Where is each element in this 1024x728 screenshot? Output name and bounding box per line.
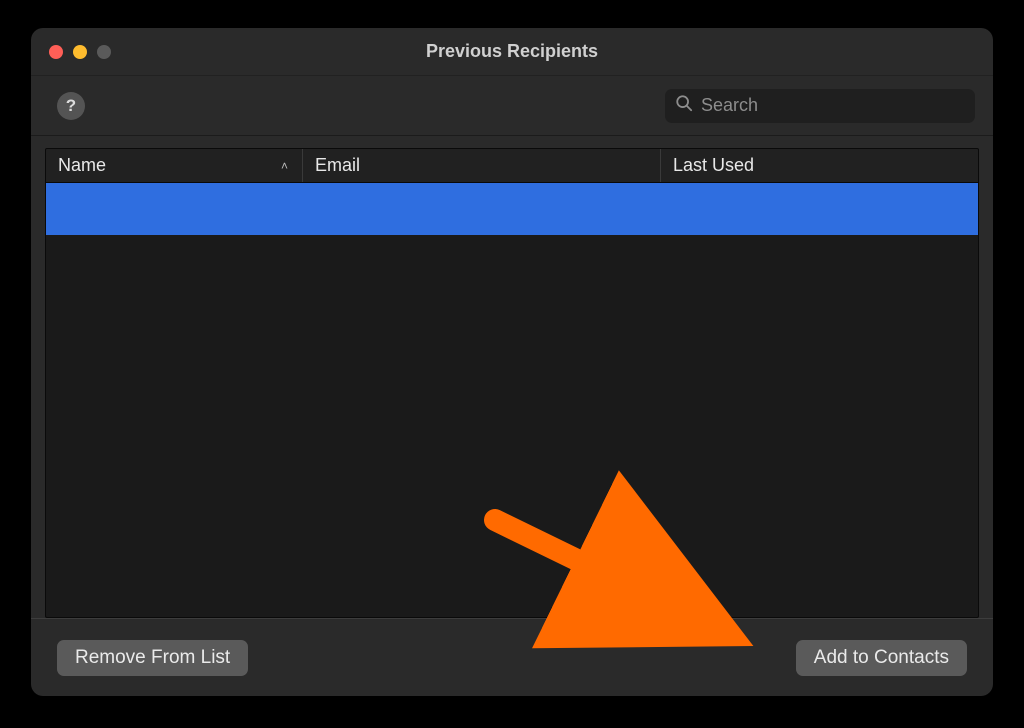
- table-row[interactable]: [46, 313, 978, 339]
- table-row[interactable]: [46, 417, 978, 443]
- table-row[interactable]: [46, 235, 978, 261]
- table-row[interactable]: [46, 209, 978, 235]
- table-row[interactable]: [46, 183, 978, 209]
- table-row[interactable]: [46, 287, 978, 313]
- titlebar: Previous Recipients: [31, 28, 993, 76]
- table-body[interactable]: [46, 183, 978, 617]
- search-icon: [675, 94, 693, 117]
- toolbar: ?: [31, 76, 993, 136]
- close-window-button[interactable]: [49, 45, 63, 59]
- table-row[interactable]: [46, 391, 978, 417]
- minimize-window-button[interactable]: [73, 45, 87, 59]
- add-to-contacts-button[interactable]: Add to Contacts: [796, 640, 967, 676]
- table-header: Name ˄ Email Last Used: [46, 149, 978, 183]
- remove-from-list-button[interactable]: Remove From List: [57, 640, 248, 676]
- search-input[interactable]: [701, 95, 965, 116]
- maximize-window-button[interactable]: [97, 45, 111, 59]
- previous-recipients-window: Previous Recipients ? Name ˄ Email Last …: [31, 28, 993, 696]
- column-last-used[interactable]: Last Used: [660, 149, 978, 182]
- recipients-table: Name ˄ Email Last Used: [45, 148, 979, 618]
- help-button[interactable]: ?: [57, 92, 85, 120]
- column-name[interactable]: Name ˄: [46, 149, 302, 182]
- column-email[interactable]: Email: [302, 149, 660, 182]
- window-controls: [31, 45, 111, 59]
- sort-ascending-icon: ˄: [281, 159, 288, 173]
- table-row[interactable]: [46, 443, 978, 469]
- table-row[interactable]: [46, 365, 978, 391]
- search-field[interactable]: [665, 89, 975, 123]
- table-row[interactable]: [46, 261, 978, 287]
- footer: Remove From List Add to Contacts: [31, 618, 993, 696]
- table-row[interactable]: [46, 339, 978, 365]
- window-title: Previous Recipients: [31, 41, 993, 62]
